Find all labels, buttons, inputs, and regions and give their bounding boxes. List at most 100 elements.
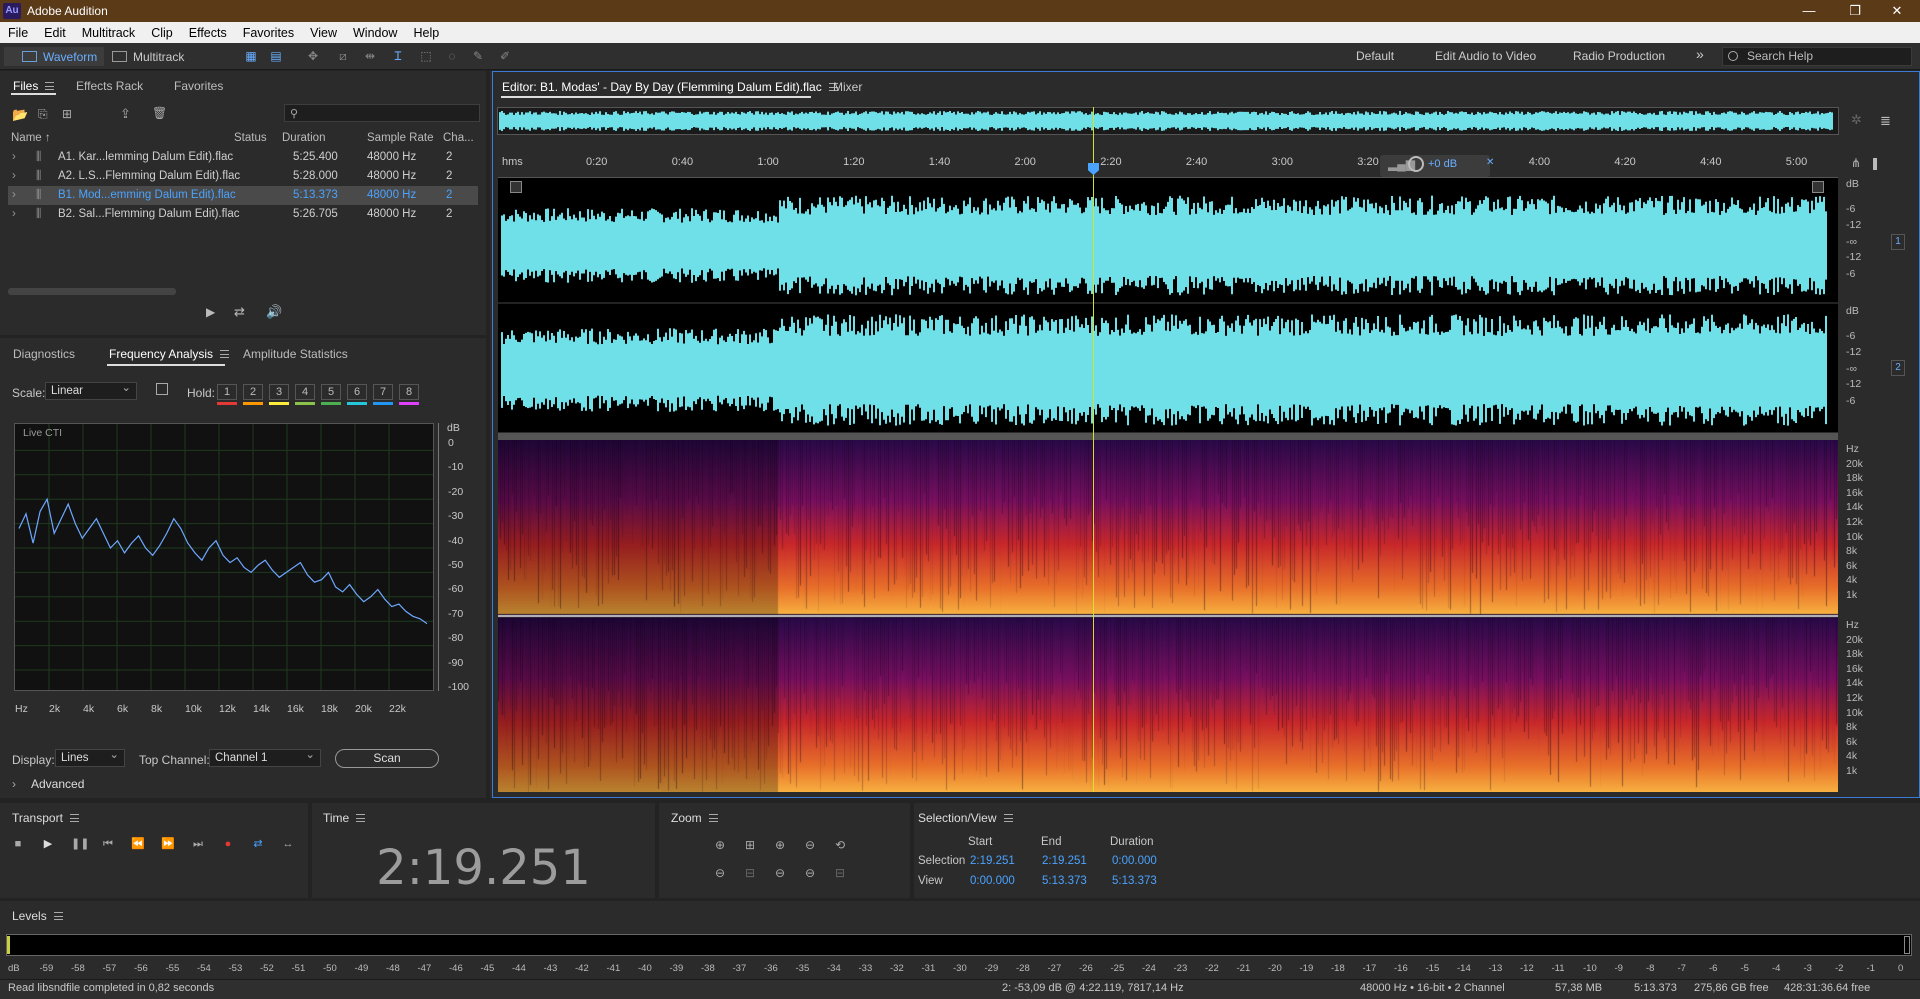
playhead-cti[interactable]	[1093, 107, 1094, 792]
zoom-out-selection-icon[interactable]: ⊟	[742, 866, 758, 880]
time-display[interactable]: 2:19.251	[312, 840, 655, 896]
rewind-icon[interactable]: ⏪	[130, 837, 146, 851]
fast-forward-icon[interactable]: ⏩	[160, 837, 176, 851]
tab-files[interactable]: Files	[13, 71, 55, 100]
selection-duration[interactable]: 0:00.000	[1112, 855, 1157, 867]
zoom-full-icon[interactable]: ⊟	[832, 866, 848, 880]
zoom-in-selection-icon[interactable]: ⊞	[742, 838, 758, 852]
panel-menu-icon[interactable]	[220, 350, 230, 358]
volume-knob-icon[interactable]	[1408, 156, 1424, 172]
new-file-icon[interactable]: ⊞	[62, 107, 72, 121]
menu-window[interactable]: Window	[345, 26, 405, 40]
hold-button-6[interactable]: 6	[347, 384, 367, 400]
menu-multitrack[interactable]: Multitrack	[74, 26, 143, 40]
brush-tool-icon[interactable]: ✎	[470, 49, 486, 63]
view-start[interactable]: 0:00.000	[970, 875, 1015, 887]
zoom-in-amplitude-icon[interactable]: ⊕	[712, 838, 728, 852]
go-to-end-icon[interactable]: ⏭	[190, 837, 206, 851]
tab-favorites[interactable]: Favorites	[174, 71, 223, 100]
hold-button-4[interactable]: 4	[295, 384, 315, 400]
pin-hud-icon[interactable]: ✕	[1486, 157, 1494, 168]
expand-icon[interactable]: ›	[12, 151, 16, 163]
top-channel-select[interactable]: Channel 1	[209, 747, 321, 767]
zoom-out-time-icon[interactable]: ⊖	[802, 838, 818, 852]
move-tool-icon[interactable]: ✥	[305, 49, 321, 63]
horizontal-scrollbar[interactable]	[8, 288, 176, 295]
column-sample-rate[interactable]: Sample Rate	[367, 132, 433, 144]
menu-view[interactable]: View	[302, 26, 345, 40]
snapshot-icon[interactable]	[156, 383, 168, 395]
column-channels[interactable]: Cha...	[443, 132, 474, 144]
selection-start[interactable]: 2:19.251	[970, 855, 1015, 867]
waveform-display[interactable]	[498, 178, 1838, 435]
panel-menu-icon[interactable]	[69, 814, 79, 822]
menu-clip[interactable]: Clip	[143, 26, 181, 40]
workspace-edit-audio-to-video[interactable]: Edit Audio to Video	[1435, 49, 1536, 63]
scale-select[interactable]: Linear	[45, 380, 137, 400]
spectral-pitch-icon[interactable]: ▤	[268, 49, 284, 63]
clip-indicator[interactable]	[1904, 936, 1910, 954]
multitrack-view-button[interactable]: Multitrack	[112, 47, 184, 66]
zoom-tool-icon[interactable]: ✲	[1851, 112, 1862, 128]
hold-button-3[interactable]: 3	[269, 384, 289, 400]
skip-icon[interactable]: ↔	[280, 837, 296, 851]
toggle-overview-icon[interactable]: ≣	[1880, 113, 1891, 129]
panel-menu-icon[interactable]	[356, 814, 366, 822]
loop-playback-icon[interactable]: ⇄	[250, 837, 266, 851]
column-name[interactable]: Name ↑	[11, 132, 51, 144]
time-selection-tool-icon[interactable]: Ɪ	[390, 49, 406, 63]
lasso-tool-icon[interactable]: ◌	[444, 49, 460, 63]
scan-button[interactable]: Scan	[335, 749, 439, 768]
channel-2-toggle[interactable]: 2	[1891, 360, 1905, 376]
panel-menu-icon[interactable]	[45, 81, 55, 90]
editor-tab[interactable]: Editor: B1. Modas' - Day By Day (Flemmin…	[502, 80, 838, 94]
corner-toggle-icon[interactable]	[1812, 181, 1824, 193]
time-ruler[interactable]	[498, 153, 1838, 178]
zoom-in-time-icon[interactable]: ⊕	[772, 838, 788, 852]
workspace-radio-production[interactable]: Radio Production	[1573, 49, 1665, 63]
minimize-button[interactable]: —	[1786, 0, 1832, 22]
hold-button-5[interactable]: 5	[321, 384, 341, 400]
go-to-start-icon[interactable]: ⏮	[100, 837, 116, 851]
workspace-default[interactable]: Default	[1356, 49, 1394, 63]
play-preview-icon[interactable]: ▶	[206, 305, 215, 319]
restore-button[interactable]: ❐	[1832, 0, 1878, 22]
waveform-spectral-divider[interactable]	[498, 433, 1838, 440]
hold-button-1[interactable]: 1	[217, 384, 237, 400]
expand-icon[interactable]: ›	[12, 189, 16, 201]
waveform-view-button[interactable]: Waveform	[4, 47, 104, 66]
view-duration[interactable]: 5:13.373	[1112, 875, 1157, 887]
corner-toggle-icon[interactable]	[510, 181, 522, 193]
hold-button-7[interactable]: 7	[373, 384, 393, 400]
more-workspaces-button[interactable]: »	[1696, 46, 1704, 62]
file-row[interactable]: › ⫼ B2. Sal...Flemming Dalum Edit).flac …	[8, 205, 478, 224]
file-row-selected[interactable]: › ⫼ B1. Mod...emming Dalum Edit).flac 5:…	[8, 186, 478, 205]
channel-1-toggle[interactable]: 1	[1891, 234, 1905, 250]
hold-button-2[interactable]: 2	[243, 384, 263, 400]
file-row[interactable]: › ⫼ A2. L.S...Flemming Dalum Edit).flac …	[8, 167, 478, 186]
record-icon[interactable]: ●	[220, 837, 236, 851]
menu-favorites[interactable]: Favorites	[235, 26, 302, 40]
menu-help[interactable]: Help	[405, 26, 447, 40]
menu-file[interactable]: File	[0, 26, 36, 40]
tab-diagnostics[interactable]: Diagnostics	[13, 340, 75, 368]
marquee-tool-icon[interactable]: ⬚	[418, 49, 434, 63]
tab-amplitude-statistics[interactable]: Amplitude Statistics	[243, 340, 348, 368]
marker-icon[interactable]: ❚	[1870, 156, 1880, 170]
play-icon[interactable]: ▶	[40, 837, 56, 851]
expand-advanced-icon[interactable]: ›	[12, 777, 16, 791]
razor-tool-icon[interactable]: ⧄	[335, 49, 351, 63]
spot-healing-tool-icon[interactable]: ✐	[497, 49, 513, 63]
overview-navigator[interactable]	[497, 107, 1839, 135]
zoom-to-out-point-icon[interactable]: ⊖	[802, 866, 818, 880]
expand-icon[interactable]: ›	[12, 170, 16, 182]
menu-effects[interactable]: Effects	[181, 26, 235, 40]
spectral-display[interactable]	[498, 440, 1838, 792]
file-row[interactable]: › ⫼ A1. Kar...lemming Dalum Edit).flac 5…	[8, 148, 478, 167]
spectral-display-icon[interactable]: ▦	[243, 49, 259, 63]
panel-menu-icon[interactable]	[1003, 814, 1013, 822]
menu-edit[interactable]: Edit	[36, 26, 74, 40]
auto-play-icon[interactable]: 🔊	[266, 304, 282, 320]
tab-effects-rack[interactable]: Effects Rack	[76, 71, 143, 100]
hold-button-8[interactable]: 8	[399, 384, 419, 400]
